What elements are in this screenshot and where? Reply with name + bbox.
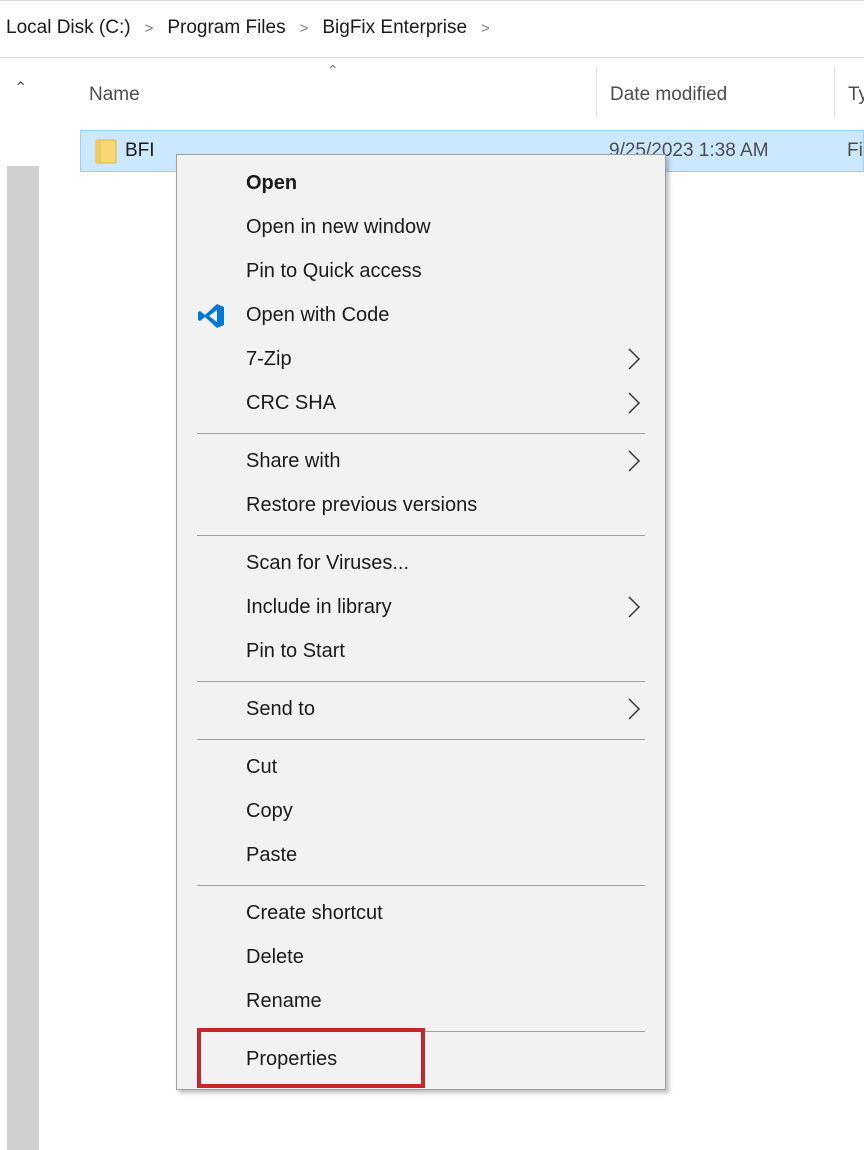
- menu-item-send-to[interactable]: Send to: [177, 688, 665, 732]
- menu-item-label: Delete: [246, 946, 304, 968]
- file-type: Fi: [847, 140, 863, 161]
- menu-item-crc-sha[interactable]: CRC SHA: [177, 382, 665, 426]
- breadcrumb-local-disk[interactable]: Local Disk (C:): [6, 17, 131, 39]
- menu-item-restore-previous-versions[interactable]: Restore previous versions: [177, 484, 665, 528]
- sort-ascending-icon: ⌃: [327, 62, 339, 78]
- breadcrumb-separator-icon[interactable]: >: [481, 20, 490, 37]
- properties-highlight-box: [197, 1028, 425, 1088]
- menu-item-label: CRC SHA: [246, 392, 337, 414]
- menu-item-include-in-library[interactable]: Include in library: [177, 586, 665, 630]
- menu-item-label: 7-Zip: [246, 348, 292, 370]
- menu-item-label: Open: [246, 172, 298, 194]
- column-header-name[interactable]: Name: [89, 84, 140, 106]
- menu-separator: [197, 535, 645, 536]
- folder-icon: [95, 139, 117, 164]
- chevron-right-icon: [628, 698, 641, 720]
- context-menu: Open Open in new window Pin to Quick acc…: [176, 154, 666, 1090]
- menu-item-label: Create shortcut: [246, 902, 383, 924]
- column-divider[interactable]: [834, 66, 835, 118]
- menu-item-label: Paste: [246, 844, 298, 866]
- menu-item-label: Include in library: [246, 596, 392, 618]
- breadcrumb: Local Disk (C:) > Program Files > BigFix…: [6, 17, 504, 39]
- menu-item-label: Open with Code: [246, 304, 390, 326]
- menu-item-open-in-new-window[interactable]: Open in new window: [177, 206, 665, 250]
- vscode-icon: [198, 304, 224, 328]
- chevron-right-icon: [628, 392, 641, 414]
- menu-item-label: Restore previous versions: [246, 494, 478, 516]
- menu-item-label: Cut: [246, 756, 278, 778]
- menu-item-label: Send to: [246, 698, 315, 720]
- chevron-right-icon: [628, 348, 641, 370]
- navigation-pane: ⌃: [0, 58, 46, 1150]
- menu-item-scan-for-viruses[interactable]: Scan for Viruses...: [177, 542, 665, 586]
- address-bar[interactable]: Local Disk (C:) > Program Files > BigFix…: [0, 0, 864, 58]
- menu-item-label: Copy: [246, 800, 293, 822]
- menu-item-label: Share with: [246, 450, 341, 472]
- menu-item-open[interactable]: Open: [177, 162, 665, 206]
- breadcrumb-separator-icon[interactable]: >: [300, 20, 309, 37]
- menu-item-rename[interactable]: Rename: [177, 980, 665, 1024]
- menu-item-pin-to-quick-access[interactable]: Pin to Quick access: [177, 250, 665, 294]
- menu-item-label: Pin to Start: [246, 640, 345, 662]
- chevron-right-icon: [628, 596, 641, 618]
- menu-item-share-with[interactable]: Share with: [177, 440, 665, 484]
- chevron-right-icon: [628, 450, 641, 472]
- menu-separator: [197, 433, 645, 434]
- menu-item-open-with-code[interactable]: Open with Code: [177, 294, 665, 338]
- menu-separator: [197, 681, 645, 682]
- menu-item-copy[interactable]: Copy: [177, 790, 665, 834]
- menu-item-label: Pin to Quick access: [246, 260, 422, 282]
- column-header-date-modified[interactable]: Date modified: [610, 84, 727, 106]
- menu-item-label: Open in new window: [246, 216, 431, 238]
- menu-item-pin-to-start[interactable]: Pin to Start: [177, 630, 665, 674]
- menu-item-7-zip[interactable]: 7-Zip: [177, 338, 665, 382]
- menu-item-create-shortcut[interactable]: Create shortcut: [177, 892, 665, 936]
- menu-item-delete[interactable]: Delete: [177, 936, 665, 980]
- breadcrumb-bigfix-enterprise[interactable]: BigFix Enterprise: [322, 17, 467, 39]
- scroll-up-arrow-icon[interactable]: ⌃: [14, 78, 27, 98]
- column-divider[interactable]: [596, 66, 597, 118]
- menu-item-cut[interactable]: Cut: [177, 746, 665, 790]
- file-name: BFI: [125, 140, 155, 161]
- navigation-scrollbar-track[interactable]: [7, 166, 39, 1150]
- menu-item-paste[interactable]: Paste: [177, 834, 665, 878]
- breadcrumb-program-files[interactable]: Program Files: [167, 17, 285, 39]
- menu-separator: [197, 739, 645, 740]
- menu-item-label: Scan for Viruses...: [246, 552, 410, 574]
- menu-separator: [197, 885, 645, 886]
- menu-item-label: Rename: [246, 990, 322, 1012]
- breadcrumb-separator-icon[interactable]: >: [145, 20, 154, 37]
- column-header-type[interactable]: Ty: [848, 84, 864, 106]
